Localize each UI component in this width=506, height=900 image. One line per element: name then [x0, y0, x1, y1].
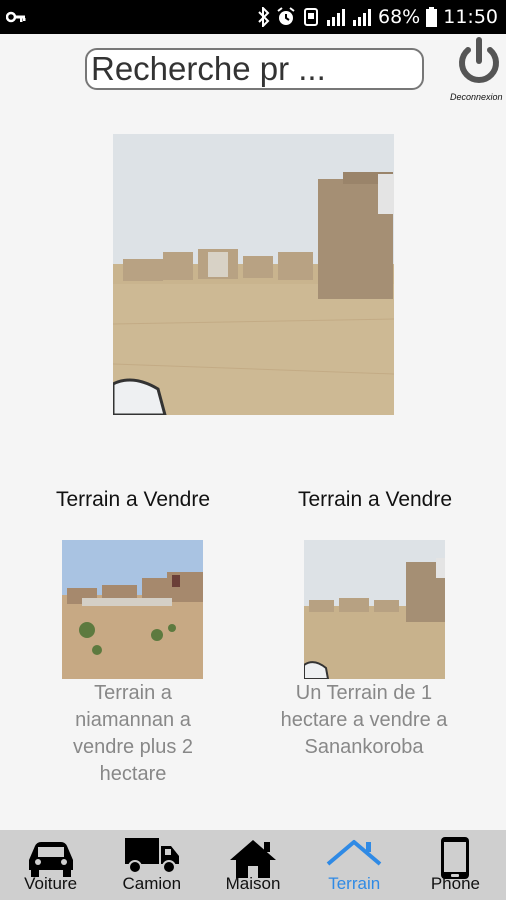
listing-photo-1[interactable]: [62, 540, 203, 679]
truck-icon: [124, 838, 179, 874]
listing-title-1[interactable]: Terrain a Vendre: [23, 488, 243, 512]
search-input[interactable]: [87, 50, 422, 88]
nav-label-terrain: Terrain: [328, 874, 381, 893]
nav-label-camion: Camion: [122, 874, 182, 893]
listing-photo-2[interactable]: [304, 540, 445, 679]
listing-description-1: Terrain a niamannan a vendre plus 2 hect…: [72, 682, 194, 785]
bottom-navigation: Voiture Camion Maison Terrain Phone: [0, 830, 506, 900]
listing-description-2: Un Terrain de 1 hectare a vendre a Sanan…: [280, 682, 448, 758]
nav-item-voiture[interactable]: Voiture: [0, 830, 101, 900]
alarm-icon: [277, 7, 295, 25]
key-icon: [6, 11, 26, 23]
featured-photo[interactable]: [113, 134, 394, 415]
battery-icon: [426, 7, 438, 27]
land-photo: [113, 134, 394, 415]
nav-item-phone[interactable]: Phone: [405, 830, 506, 900]
power-icon: [459, 37, 499, 83]
nav-item-camion[interactable]: Camion: [101, 830, 202, 900]
house-icon: [230, 840, 276, 878]
bluetooth-icon: [258, 7, 270, 27]
logout-button[interactable]: Deconnexion: [448, 36, 506, 106]
battery-percent: 68%: [378, 6, 421, 28]
signal-icon-1: [327, 9, 345, 26]
listing-title-2[interactable]: Terrain a Vendre: [265, 488, 485, 512]
land-photo: [62, 540, 203, 679]
land-icon: [326, 840, 382, 866]
phone-icon: [441, 837, 470, 879]
search-box[interactable]: [85, 48, 424, 90]
car-icon: [28, 842, 73, 877]
clock: 11:50: [443, 6, 498, 28]
nav-item-terrain[interactable]: Terrain: [304, 830, 405, 900]
vibrate-icon: [304, 8, 318, 26]
logout-label: Deconnexion: [450, 92, 503, 102]
signal-icon-2: [353, 9, 371, 26]
nav-item-maison[interactable]: Maison: [202, 830, 303, 900]
land-photo: [304, 540, 445, 679]
status-bar: 68% 11:50: [0, 0, 506, 34]
